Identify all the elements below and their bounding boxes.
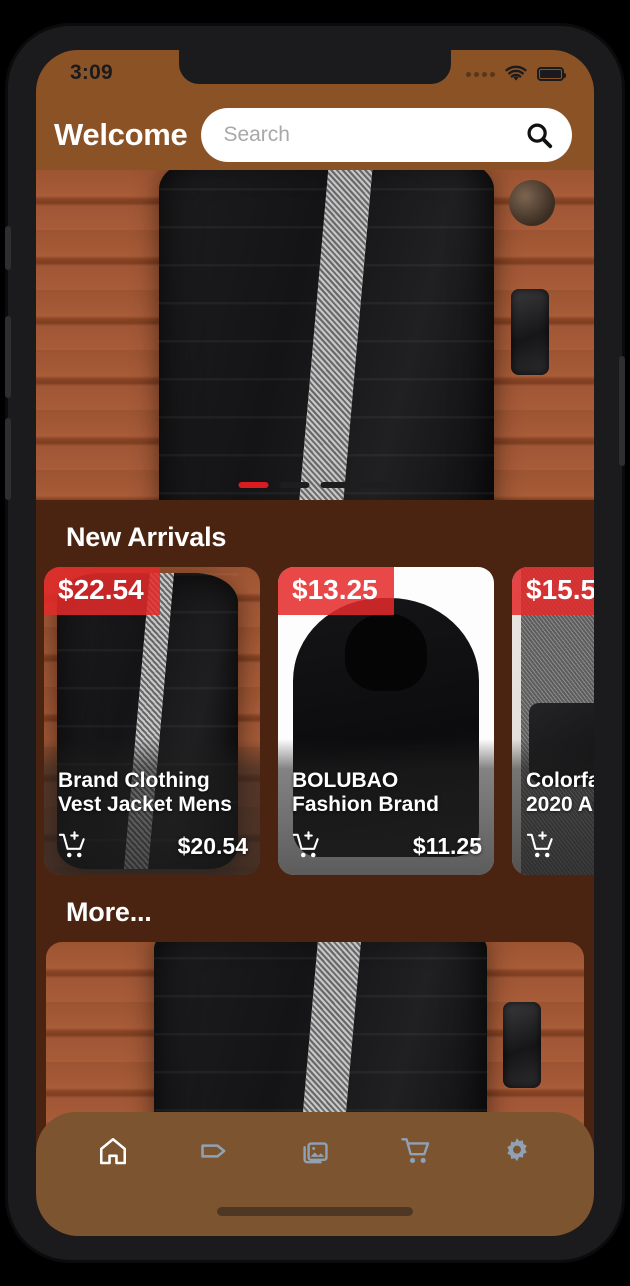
home-icon[interactable] [97,1135,129,1167]
status-time: 3:09 [70,61,113,84]
price-badge: $15.5 [512,567,594,615]
status-indicators [466,65,566,83]
section-title-more: More... [66,897,152,927]
product-card[interactable]: $15.5 Colorfaith 2020 Autu [512,567,594,875]
carousel-dot-3[interactable] [320,482,351,488]
section-title-new-arrivals: New Arrivals [66,522,227,552]
power-button[interactable] [619,356,625,466]
device-notch [179,50,451,84]
add-to-cart-icon[interactable] [58,831,88,861]
app-header: Welcome [36,100,594,170]
cart-icon[interactable] [400,1135,432,1167]
hero-carousel[interactable] [36,170,594,500]
bottom-navigation-bar [36,1112,594,1236]
product-title-line1: Brand Clothing [58,768,210,792]
product-price: $20.54 [177,832,248,859]
product-info: Brand Clothing Vest Jacket Mens $20.54 [44,769,260,875]
product-title-line1: BOLUBAO [292,768,399,792]
price-badge: $22.54 [44,567,160,615]
tag-icon[interactable] [198,1135,230,1167]
page-title: Welcome [54,117,188,152]
product-title-line2: Fashion Brand [292,792,440,816]
carousel-indicators[interactable] [238,482,392,488]
search-input[interactable] [223,123,514,147]
add-to-cart-icon[interactable] [526,831,556,861]
add-to-cart-icon[interactable] [292,831,322,861]
product-info: BOLUBAO Fashion Brand $11.25 [278,769,494,875]
carousel-dot-4[interactable] [361,482,392,488]
hero-lantern-art [511,288,550,375]
search-icon[interactable] [524,120,554,150]
product-carousel[interactable]: $22.54 Brand Clothing Vest Jacket Mens $… [36,567,594,875]
volume-down-button[interactable] [5,418,11,500]
search-bar[interactable] [201,108,572,162]
volume-up-button[interactable] [5,316,11,398]
mute-switch[interactable] [5,226,11,270]
product-title-line2: 2020 Autu [526,792,594,816]
content-scroll-area[interactable]: New Arrivals $22.54 Brand Clothing Vest … [36,170,594,1236]
carousel-dot-2[interactable] [279,482,310,488]
carousel-dot-1[interactable] [238,482,269,488]
wifi-icon [505,65,527,81]
product-price: $11.25 [412,832,482,859]
product-title-line2: Vest Jacket Mens [58,792,232,816]
gallery-icon[interactable] [299,1135,331,1167]
product-title-line1: Colorfaith [526,768,594,792]
home-indicator[interactable] [217,1207,413,1216]
battery-full-icon [537,67,566,81]
price-badge: $13.25 [278,567,394,615]
hero-vest-art [158,170,494,500]
hero-pinecone-art [508,179,555,226]
phone-frame: 3:09 Welcome Search New Arrivals $22.54 … [5,26,625,1260]
product-card[interactable]: $22.54 Brand Clothing Vest Jacket Mens $… [44,567,260,875]
product-card[interactable]: $13.25 BOLUBAO Fashion Brand $11.25 [278,567,494,875]
gear-icon[interactable] [501,1135,533,1167]
product-info: Colorfaith 2020 Autu [512,769,594,875]
signal-dots-icon [466,71,495,77]
phone-screen: 3:09 Welcome Search New Arrivals $22.54 … [36,50,594,1236]
